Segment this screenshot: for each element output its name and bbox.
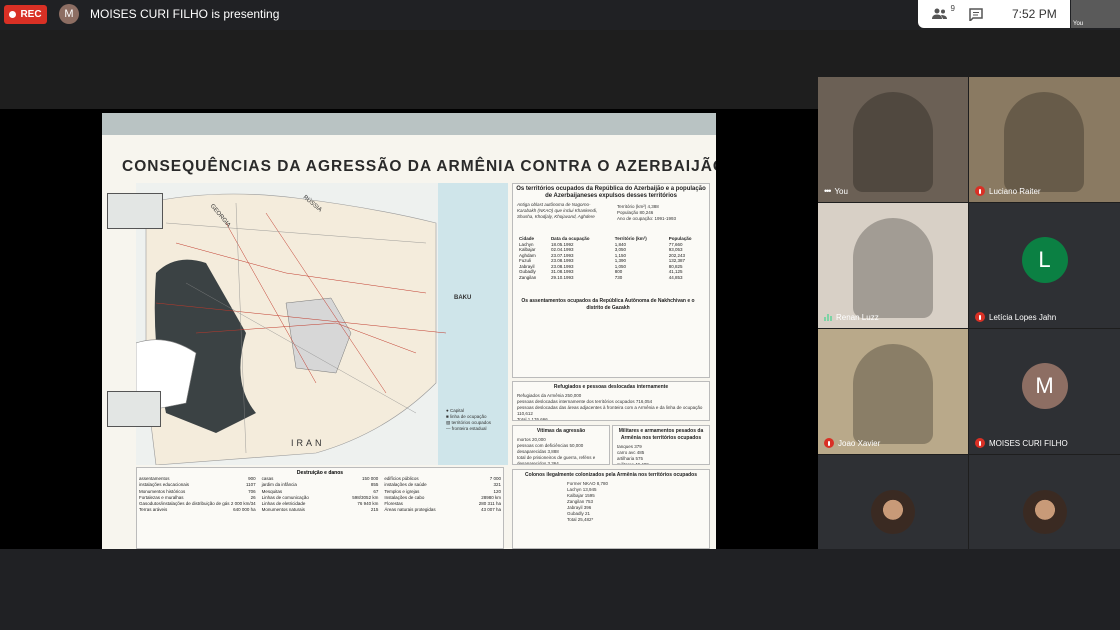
record-dot-icon bbox=[9, 11, 17, 18]
presenter-avatar: M bbox=[59, 4, 79, 24]
participant-name: You bbox=[834, 186, 848, 196]
people-icon bbox=[932, 8, 947, 19]
nk-stat: Ano de ocupação: 1991-1993 bbox=[617, 216, 677, 221]
panel-occupied-territories: Os territórios ocupados da República do … bbox=[512, 183, 710, 378]
panel-colonists-title: Colonos ilegalmente colonizados pela Arm… bbox=[524, 472, 698, 478]
participants-count: 9 bbox=[950, 4, 955, 13]
map: GEORGIA RÚSSIA IRAN BAKU ● Capital ■ linh… bbox=[136, 183, 508, 465]
panel-victims: Vítimas da agressão mortos 20,000 pessoas… bbox=[512, 425, 610, 465]
recording-indicator: REC bbox=[4, 5, 47, 24]
military-lines: tanques 379 carro avc 485 artilharia 575 mi… bbox=[613, 444, 709, 465]
document-header-band bbox=[102, 113, 716, 135]
occupied-cities-table: Cidade Data da ocupação Território (km²)… bbox=[517, 236, 707, 280]
participant-avatar: L bbox=[1021, 236, 1068, 283]
table-cell: 730 bbox=[614, 274, 623, 280]
stat-line: Total 1,176 666 bbox=[517, 417, 548, 421]
panel-military: Militares e armamentos pesados da Armêni… bbox=[612, 425, 710, 465]
panel-colonists: Colonos ilegalmente colonizados pela Arm… bbox=[512, 469, 710, 549]
stat-label: Terras aráveis bbox=[139, 507, 168, 513]
stat-line: militares 40,409 bbox=[617, 462, 649, 465]
refugees-lines: Refugiados da Armênia 250,000 pessoas des… bbox=[513, 393, 709, 421]
self-view-thumbnail[interactable]: You bbox=[1071, 0, 1120, 28]
panel-victims-title: Vítimas da agressão bbox=[536, 428, 586, 434]
panel-occupied-subtitle: Antiga oblast autônoma de Nagorno-Karaba… bbox=[517, 202, 598, 219]
mic-off-icon bbox=[975, 186, 985, 196]
more-options-icon: ••• bbox=[824, 186, 832, 196]
audio-level-icon bbox=[824, 314, 832, 321]
participant-name-bar: Luciano Raiter bbox=[975, 186, 1041, 196]
stat-line: pessoas deslocadas das áreas adjacentes … bbox=[517, 405, 703, 416]
bottom-bar bbox=[0, 549, 1120, 630]
panel-refugees: Refugiados e pessoas deslocadas internam… bbox=[512, 381, 710, 421]
participant-name: Letícia Lopes Jahn bbox=[989, 312, 1057, 322]
participant-tile[interactable]: M MOISES CURI FILHO bbox=[969, 329, 1120, 454]
map-title: CONSEQUÊNCIAS DA AGRESSÃO DA ARMÊNIA CON… bbox=[122, 158, 716, 175]
participant-name-bar: Joao Xavier bbox=[824, 438, 880, 448]
destruction-stats: assentamentos 900 casas 150 000 edifícios pú… bbox=[139, 476, 501, 514]
map-inset-bottom bbox=[107, 391, 161, 427]
panel-occupied-title: Os territórios ocupados da República do … bbox=[516, 186, 706, 199]
stat-row: Terras aráveis 640 000 ha bbox=[139, 507, 256, 513]
stat-label: Monumentos naturais bbox=[261, 507, 305, 513]
label-iran: IRAN bbox=[291, 438, 325, 448]
participant-video-thumb bbox=[1022, 489, 1067, 534]
mic-off-icon bbox=[975, 312, 985, 322]
participant-name-bar: ••• You bbox=[824, 186, 848, 196]
panel-refugees-title: Refugiados e pessoas deslocadas internam… bbox=[553, 384, 669, 390]
panel-military-title: Militares e armamentos pesados da Armêni… bbox=[618, 428, 704, 441]
participant-name-bar: Renan Luzz bbox=[824, 313, 879, 322]
table-cell: Zangilan bbox=[519, 274, 537, 280]
stat-value: 640 000 ha bbox=[233, 507, 256, 513]
clock: 7:52 PM bbox=[1012, 7, 1057, 21]
colonists-lines: Former NKAO 8,780 Lachyn 13,945 Kalbajar 1… bbox=[563, 481, 663, 523]
mic-off-icon bbox=[824, 438, 834, 448]
participant-video bbox=[853, 218, 933, 318]
nk-stats: Território (km²) 4,388 População 80,246 … bbox=[613, 204, 680, 222]
stat-value: 215 bbox=[370, 507, 379, 513]
participants-button[interactable]: 9 bbox=[926, 4, 955, 24]
table-cell: 44,853 bbox=[668, 274, 683, 280]
participant-name-bar: Letícia Lopes Jahn bbox=[975, 312, 1056, 322]
top-bar: REC M MOISES CURI FILHO is presenting 9 … bbox=[0, 0, 1120, 30]
panel-destruction: Destruição e danos assentamentos 900 casas… bbox=[136, 467, 504, 549]
label-baku: BAKU bbox=[454, 295, 472, 301]
destruction-title: Destruição e danos bbox=[296, 470, 344, 476]
stat-value: 43 007 ha bbox=[480, 507, 501, 513]
recording-label: REC bbox=[20, 9, 42, 20]
stat-row: Monumentos naturais 215 bbox=[262, 507, 379, 513]
chat-icon bbox=[969, 7, 983, 21]
participant-video-thumb bbox=[871, 489, 915, 534]
presenting-status: MOISES CURI FILHO is presenting bbox=[90, 7, 280, 21]
stat-line: Total 25,482* bbox=[567, 517, 594, 522]
participant-video bbox=[853, 344, 933, 444]
participant-name-bar: MOISES CURI FILHO bbox=[975, 438, 1068, 448]
victims-lines: mortos 20,000 pessoas com deficiências 50… bbox=[513, 437, 609, 465]
table-row: Zangilan 29.10.1993 730 44,853 bbox=[517, 275, 707, 281]
participant-avatar: M bbox=[1021, 362, 1068, 409]
participant-name: Joao Xavier bbox=[838, 438, 881, 448]
stat-label: Áreas naturais protegidas bbox=[384, 507, 436, 513]
mic-off-icon bbox=[975, 438, 985, 448]
participant-video bbox=[853, 92, 933, 192]
participant-tile[interactable]: Renan Luzz bbox=[818, 203, 968, 328]
stat-row: Áreas naturais protegidas 43 007 ha bbox=[384, 507, 501, 513]
stat-line: total de prisioneiros de guerra, reféns … bbox=[517, 455, 596, 465]
participant-tile[interactable]: L Letícia Lopes Jahn bbox=[969, 203, 1120, 328]
chat-button[interactable] bbox=[962, 4, 990, 24]
map-inset-top bbox=[107, 193, 163, 229]
participant-name: Renan Luzz bbox=[836, 313, 879, 322]
participant-tile[interactable]: Luciano Raiter bbox=[969, 77, 1120, 202]
shared-document: CONSEQUÊNCIAS DA AGRESSÃO DA ARMÊNIA CON… bbox=[102, 113, 716, 549]
participant-name: MOISES CURI FILHO bbox=[989, 438, 1068, 448]
participant-tile[interactable]: Joao Xavier bbox=[818, 329, 968, 454]
panel-nakhchivan-title: Os assentamentos ocupados da República A… bbox=[521, 298, 695, 311]
participant-tile[interactable]: ••• You bbox=[818, 77, 968, 202]
participant-video bbox=[1004, 92, 1084, 192]
map-legend: ● Capital ■ linha de ocupação ▧ território… bbox=[446, 408, 492, 431]
table-cell: 29.10.1993 bbox=[550, 274, 574, 280]
participant-name: Luciano Raiter bbox=[989, 186, 1041, 196]
top-right-controls: 9 7:52 PM bbox=[918, 0, 1070, 28]
self-view-label: You bbox=[1073, 21, 1084, 27]
